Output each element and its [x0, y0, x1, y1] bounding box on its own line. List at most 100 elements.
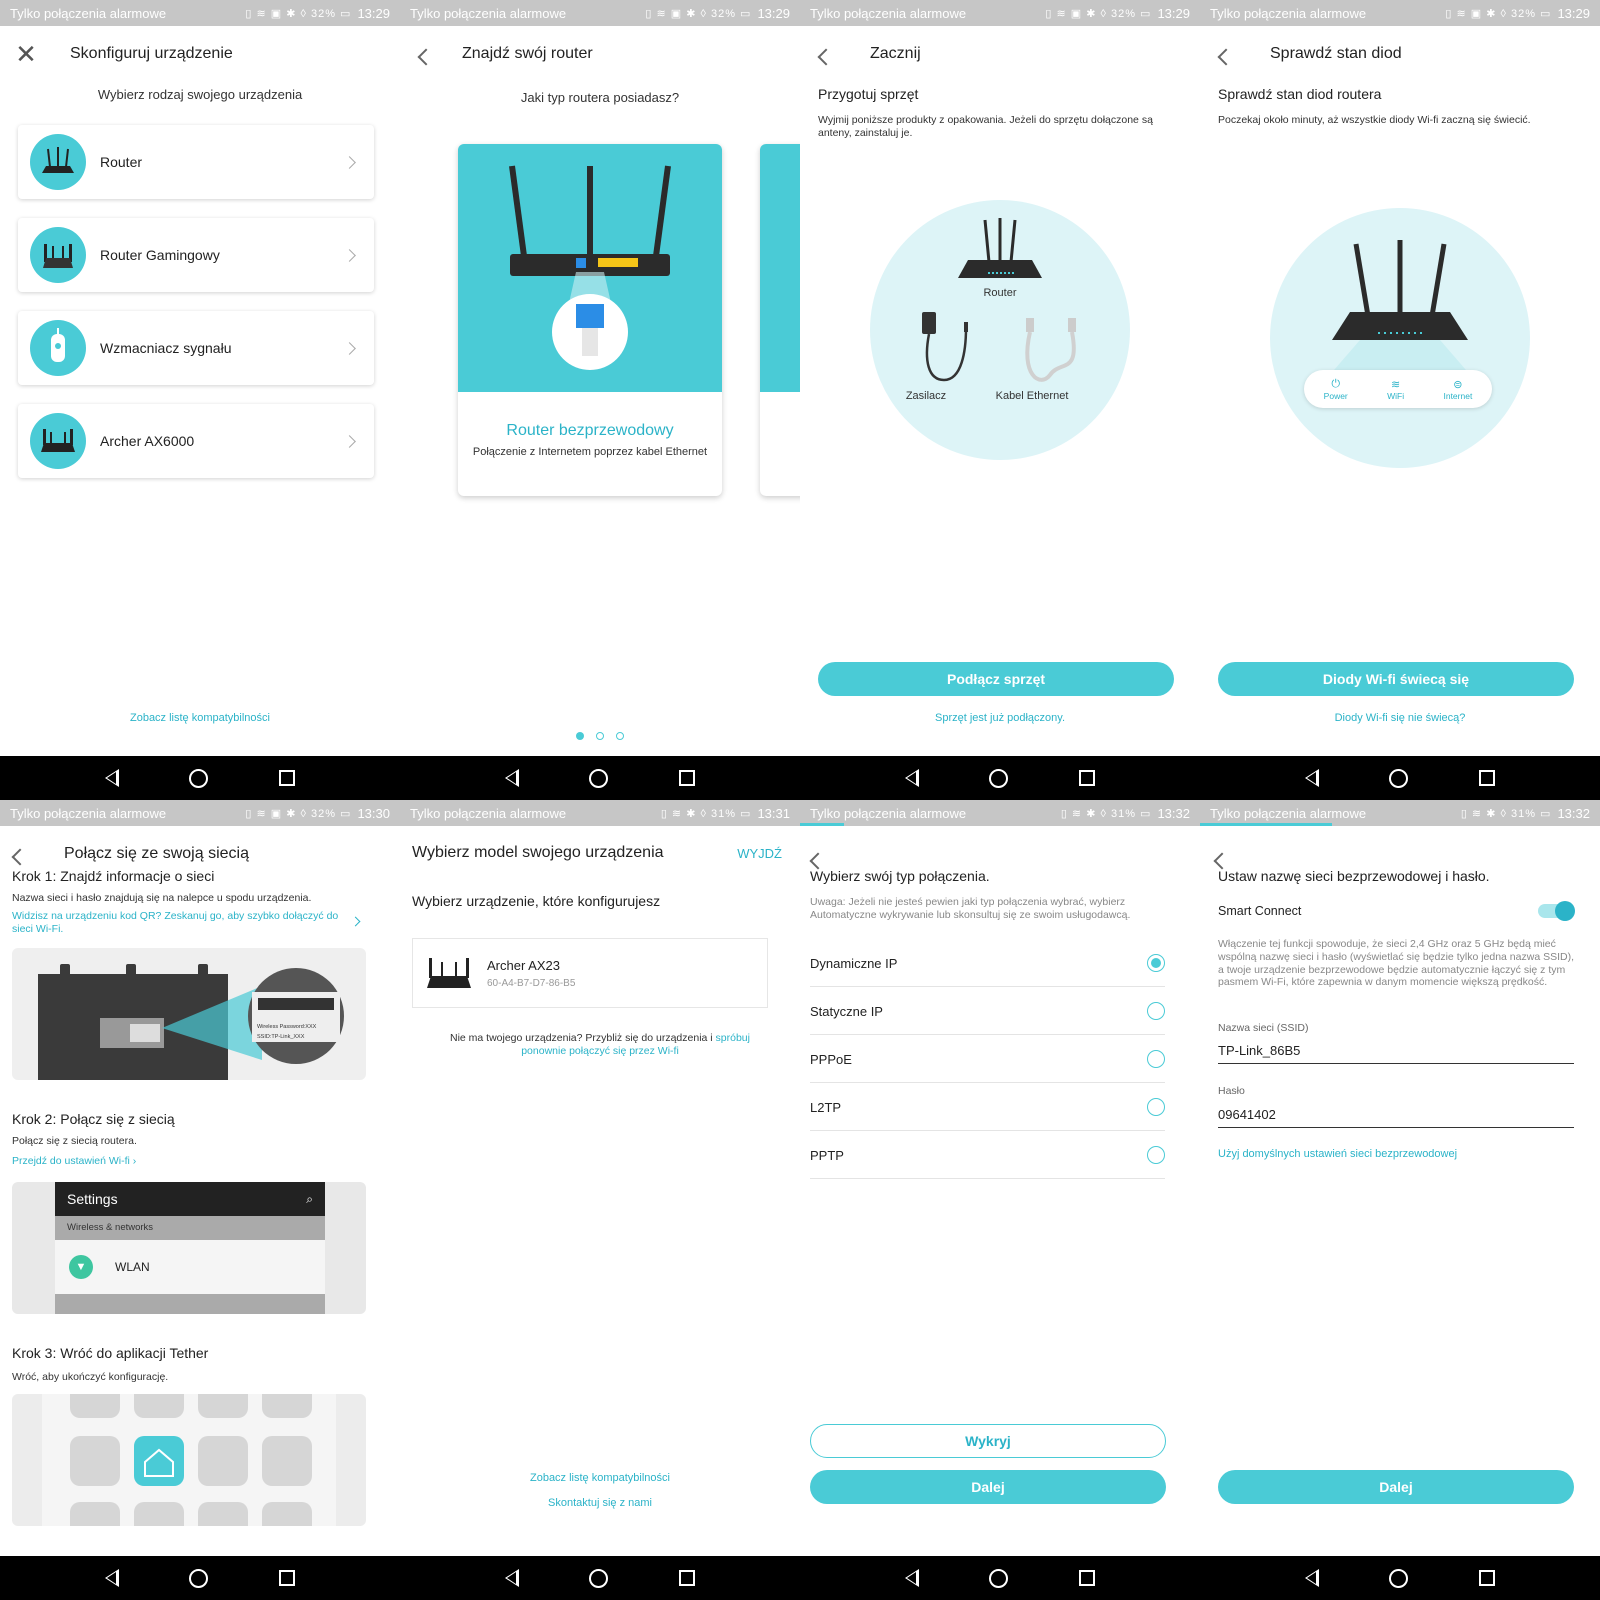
connect-hardware-button[interactable]: Podłącz sprzęt — [818, 662, 1174, 696]
device-card-router[interactable]: Router — [18, 125, 374, 199]
led-illustration — [1270, 208, 1530, 468]
option-pppoe[interactable]: PPPoE — [810, 1036, 1165, 1083]
back-nav-icon[interactable] — [905, 769, 920, 787]
home-nav-icon[interactable] — [189, 1568, 209, 1588]
default-settings-link[interactable]: Użyj domyślnych ustawień sieci bezprzewo… — [1218, 1148, 1457, 1160]
back-nav-icon[interactable] — [505, 1569, 520, 1587]
sticker-illustration: Wireless Password:XXX SSID:TP-Link_XXX — [12, 948, 366, 1080]
device-card-archer-ax6000[interactable]: Archer AX6000 — [18, 404, 374, 478]
home-nav-icon[interactable] — [1389, 1568, 1409, 1588]
page-title: Skonfiguruj urządzenie — [70, 45, 233, 62]
back-nav-icon[interactable] — [505, 769, 520, 787]
screen-check-leds: Tylko połączenia alarmowe ▯ ≋ ▣ ✱ ◊ 32% … — [1200, 0, 1600, 800]
screen-select-model: Tylko połączenia alarmowe ▯ ≋ ✱ ◊ 31% ▭ … — [400, 800, 800, 1600]
carrier-text: Tylko połączenia alarmowe — [1210, 805, 1367, 821]
detect-button[interactable]: Wykryj — [810, 1424, 1166, 1458]
pager-dot-active[interactable] — [576, 732, 584, 740]
compatibility-link[interactable]: Zobacz listę kompatybilności — [400, 1472, 800, 1484]
back-icon[interactable] — [400, 39, 452, 70]
back-icon[interactable] — [800, 39, 852, 70]
home-nav-icon[interactable] — [989, 1568, 1009, 1588]
step1-desc: Nazwa sieci i hasło znajdują się na nale… — [12, 892, 312, 904]
back-nav-icon[interactable] — [1305, 769, 1320, 787]
battery-text: 31% — [1510, 807, 1536, 820]
clock: 13:31 — [757, 805, 790, 821]
back-nav-icon[interactable] — [105, 1569, 120, 1587]
device-label: Archer AX6000 — [100, 433, 195, 449]
recents-nav-icon[interactable] — [1478, 1570, 1495, 1586]
contact-link[interactable]: Skontaktuj się z nami — [400, 1497, 800, 1509]
settings-toolbar: Settings ⌕ — [55, 1182, 325, 1216]
device-row[interactable]: Archer AX23 60-A4-B7-D7-86-B5 — [412, 938, 768, 1008]
status-bar: Tylko połączenia alarmowe ▯ ≋ ✱ ◊ 31% ▭ … — [1200, 800, 1600, 826]
recents-nav-icon[interactable] — [1478, 770, 1495, 786]
nav-bar — [400, 756, 800, 800]
radio-unselected[interactable] — [1147, 1146, 1165, 1164]
option-l2tp[interactable]: L2TP — [810, 1084, 1165, 1131]
leds-off-link[interactable]: Diody Wi-fi się nie świecą? — [1200, 712, 1600, 724]
clock: 13:30 — [357, 805, 390, 821]
back-nav-icon[interactable] — [1305, 1569, 1320, 1587]
next-card-peek[interactable] — [760, 144, 800, 496]
close-icon[interactable]: ✕ — [0, 39, 52, 70]
home-nav-icon[interactable] — [589, 768, 609, 788]
not-found-text: Nie ma twojego urządzenia? Przybliż się … — [449, 1032, 716, 1044]
device-card-gaming-router[interactable]: Router Gamingowy — [18, 218, 374, 292]
recents-nav-icon[interactable] — [278, 1570, 295, 1586]
home-nav-icon[interactable] — [189, 768, 209, 788]
radio-unselected[interactable] — [1147, 1098, 1165, 1116]
pager-dot[interactable] — [596, 732, 604, 740]
home-nav-icon[interactable] — [989, 768, 1009, 788]
status-icons: ▯ ≋ ✱ ◊ 31% ▭ — [660, 807, 752, 820]
next-button[interactable]: Dalej — [1218, 1470, 1574, 1504]
chevron-right-icon[interactable] — [350, 916, 361, 927]
radio-selected[interactable] — [1147, 954, 1165, 972]
back-nav-icon[interactable] — [105, 769, 120, 787]
battery-text: 32% — [310, 7, 336, 20]
wifi-icon: ▼ — [69, 1255, 93, 1279]
recents-nav-icon[interactable] — [678, 1570, 695, 1586]
ssid-input[interactable]: TP-Link_86B5 — [1218, 1043, 1574, 1064]
recents-nav-icon[interactable] — [678, 770, 695, 786]
password-input[interactable]: 09641402 — [1218, 1107, 1574, 1128]
back-icon[interactable] — [1200, 39, 1252, 70]
page-title: Znajdź swój router — [462, 45, 593, 62]
next-button[interactable]: Dalej — [810, 1470, 1166, 1504]
qr-scan-link[interactable]: Widzisz na urządzeniu kod QR? Zeskanuj g… — [12, 910, 352, 936]
home-nav-icon[interactable] — [1389, 768, 1409, 788]
internet-led: ⊜ Internet — [1443, 378, 1472, 401]
pager-dot[interactable] — [616, 732, 624, 740]
leds-on-button[interactable]: Diody Wi-fi świecą się — [1218, 662, 1574, 696]
status-bar: Tylko połączenia alarmowe ▯ ≋ ▣ ✱ ◊ 32% … — [800, 0, 1200, 26]
recents-nav-icon[interactable] — [278, 770, 295, 786]
range-extender-icon — [30, 320, 86, 376]
option-label: PPPoE — [810, 1051, 852, 1067]
recents-nav-icon[interactable] — [1078, 770, 1095, 786]
recents-nav-icon[interactable] — [1078, 1570, 1095, 1586]
home-nav-icon[interactable] — [589, 1568, 609, 1588]
compatibility-link[interactable]: Zobacz listę kompatybilności — [0, 712, 400, 724]
step2-desc: Połącz się z siecią routera. — [12, 1135, 137, 1147]
router-type-card[interactable]: Router bezprzewodowy Połączenie z Intern… — [458, 144, 722, 496]
wifi-settings-link[interactable]: Przejdź do ustawień Wi-fi › — [12, 1155, 136, 1168]
already-connected-link[interactable]: Sprzęt jest już podłączony. — [800, 712, 1200, 724]
radio-unselected[interactable] — [1147, 1050, 1165, 1068]
back-nav-icon[interactable] — [905, 1569, 920, 1587]
clock: 13:29 — [1157, 5, 1190, 21]
smart-connect-toggle[interactable] — [1538, 901, 1575, 921]
section-heading: Przygotuj sprzęt — [818, 86, 919, 102]
status-bar: Tylko połączenia alarmowe ▯ ≋ ▣ ✱ ◊ 32% … — [0, 800, 400, 826]
device-name: Archer AX23 — [487, 957, 560, 973]
back-icon[interactable] — [0, 839, 40, 870]
carrier-text: Tylko połączenia alarmowe — [1210, 5, 1367, 21]
router-icon — [30, 134, 86, 190]
radio-unselected[interactable] — [1147, 1002, 1165, 1020]
option-static-ip[interactable]: Statyczne IP — [810, 988, 1165, 1035]
device-card-extender[interactable]: Wzmacniacz sygnału — [18, 311, 374, 385]
option-dynamic-ip[interactable]: Dynamiczne IP — [810, 940, 1165, 987]
exit-button[interactable]: WYJDŹ — [737, 846, 782, 861]
nav-bar — [800, 756, 1200, 800]
battery-text: 32% — [1510, 7, 1536, 20]
option-pptp[interactable]: PPTP — [810, 1132, 1165, 1179]
page-title: Zacznij — [870, 45, 921, 62]
